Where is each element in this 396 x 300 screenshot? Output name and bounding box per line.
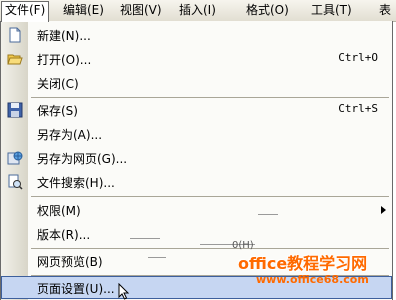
- watermark-title: office教程学习网: [238, 254, 368, 273]
- menu-item-new[interactable]: 新建(N)...: [1, 24, 392, 46]
- menu-item-label: 保存(S): [37, 104, 78, 118]
- menu-item-label: 权限(M): [37, 204, 81, 218]
- menu-item-shortcut: Ctrl+S: [338, 102, 378, 115]
- menu-item-versions[interactable]: 版本(R)...: [1, 223, 392, 245]
- menu-item-file-search[interactable]: 文件搜索(H)...: [1, 171, 392, 193]
- menu-item-label: 另存为网页(G)...: [37, 152, 128, 166]
- menu-edit[interactable]: 编辑(E): [60, 2, 107, 19]
- menu-bar: 文件(F) 编辑(E) 视图(V) 插入(I) 格式(O) 工具(T) 表: [0, 0, 396, 22]
- menu-item-label: 版本(R)...: [37, 228, 91, 242]
- watermark-url: www.office68.com: [256, 273, 369, 286]
- open-folder-icon: [7, 51, 23, 67]
- submenu-arrow-icon: [381, 206, 386, 214]
- menu-table[interactable]: 表: [376, 2, 394, 19]
- menu-format[interactable]: 格式(O): [243, 2, 292, 19]
- menu-separator: [31, 97, 389, 98]
- scan-noise-line: [148, 257, 166, 258]
- menu-item-save-as-web[interactable]: 另存为网页(G)...: [1, 147, 392, 169]
- menu-item-label: 另存为(A)...: [37, 128, 103, 142]
- menu-item-close[interactable]: 关闭(C): [1, 72, 392, 94]
- menu-separator: [31, 196, 389, 197]
- scan-noise-line: [258, 214, 278, 215]
- menu-item-label: 页面设置(U)...: [37, 282, 115, 296]
- scan-noise-line: [130, 238, 160, 239]
- menu-item-label: 文件搜索(H)...: [37, 176, 115, 190]
- save-as-web-icon: [7, 150, 23, 166]
- menu-view[interactable]: 视图(V): [117, 2, 165, 19]
- menu-item-label: 关闭(C): [37, 77, 79, 91]
- menu-item-permission[interactable]: 权限(M): [1, 199, 392, 221]
- save-disk-icon: [7, 102, 23, 118]
- menu-item-save-as[interactable]: 另存为(A)...: [1, 123, 392, 145]
- menu-tools[interactable]: 工具(T): [308, 2, 355, 19]
- menu-file[interactable]: 文件(F): [1, 1, 50, 22]
- menu-item-open[interactable]: 打开(O)... Ctrl+O: [1, 48, 392, 70]
- menu-item-save[interactable]: 保存(S) Ctrl+S: [1, 99, 392, 121]
- menu-item-label: 网页预览(B): [37, 255, 103, 269]
- menu-item-shortcut: Ctrl+O: [338, 51, 378, 64]
- menu-item-label: 打开(O)...: [37, 53, 92, 67]
- mouse-cursor-icon: [118, 283, 130, 300]
- menu-insert[interactable]: 插入(I): [176, 2, 219, 19]
- menu-item-label: 新建(N)...: [37, 29, 91, 43]
- new-document-icon: [7, 27, 23, 43]
- file-search-icon: [7, 174, 23, 190]
- menu-separator: [31, 248, 389, 249]
